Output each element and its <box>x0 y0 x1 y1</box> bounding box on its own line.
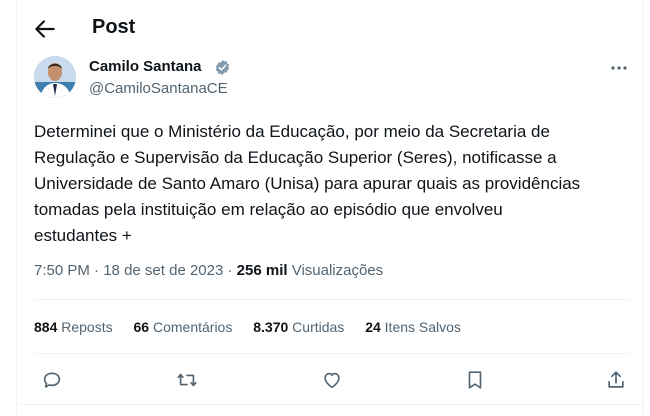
right-border <box>643 0 644 416</box>
repost-button[interactable] <box>175 368 199 392</box>
author-handle[interactable]: @CamiloSantanaCE <box>89 80 228 97</box>
meta-separator: · <box>227 262 233 279</box>
saves-count: 24 <box>365 319 381 335</box>
reposts-stat[interactable]: 884 Reposts <box>34 319 113 335</box>
saves-label: Itens Salvos <box>384 319 461 335</box>
bookmark-icon <box>468 371 482 389</box>
likes-label: Curtidas <box>292 319 345 335</box>
left-border <box>16 0 17 416</box>
like-icon <box>324 372 340 389</box>
more-options-button[interactable] <box>606 58 632 78</box>
repost-icon <box>177 373 197 387</box>
views-label: Visualizações <box>291 262 384 279</box>
comments-label: Comentários <box>152 319 233 335</box>
author-name[interactable]: Camilo Santana <box>89 58 202 75</box>
divider <box>34 353 630 354</box>
post-text: Determinei que o Ministério da Educação,… <box>34 122 581 245</box>
share-icon <box>608 371 624 388</box>
comments-stat[interactable]: 66 Comentários <box>134 319 233 335</box>
post-meta: 7:50 PM · 18 de set de 2023 · 256 mil Vi… <box>34 262 383 279</box>
likes-stat[interactable]: 8.370 Curtidas <box>253 319 344 335</box>
back-button[interactable] <box>32 16 58 42</box>
post-time[interactable]: 7:50 PM <box>34 262 90 279</box>
profile-photo <box>34 56 76 98</box>
share-button[interactable] <box>604 368 628 392</box>
more-icon <box>611 66 627 70</box>
views-count: 256 mil <box>236 262 288 279</box>
verified-badge-icon <box>214 59 231 76</box>
reposts-label: Reposts <box>61 319 113 335</box>
engagement-stats: 884 Reposts 66 Comentários 8.370 Curtida… <box>34 319 478 335</box>
bottom-divider <box>16 404 644 405</box>
divider <box>34 299 630 300</box>
reply-button[interactable] <box>40 368 64 392</box>
like-button[interactable] <box>320 368 344 392</box>
comments-count: 66 <box>133 319 150 335</box>
reposts-count: 884 <box>34 319 58 335</box>
arrow-left-icon <box>35 20 55 38</box>
post-date[interactable]: 18 de set de 2023 <box>103 262 223 279</box>
saves-stat[interactable]: 24 Itens Salvos <box>365 319 461 335</box>
bookmark-button[interactable] <box>463 368 487 392</box>
meta-separator: · <box>94 262 100 279</box>
avatar[interactable] <box>34 56 76 98</box>
likes-count: 8.370 <box>253 319 289 335</box>
reply-icon <box>43 372 61 388</box>
page-title: Post <box>92 16 136 38</box>
